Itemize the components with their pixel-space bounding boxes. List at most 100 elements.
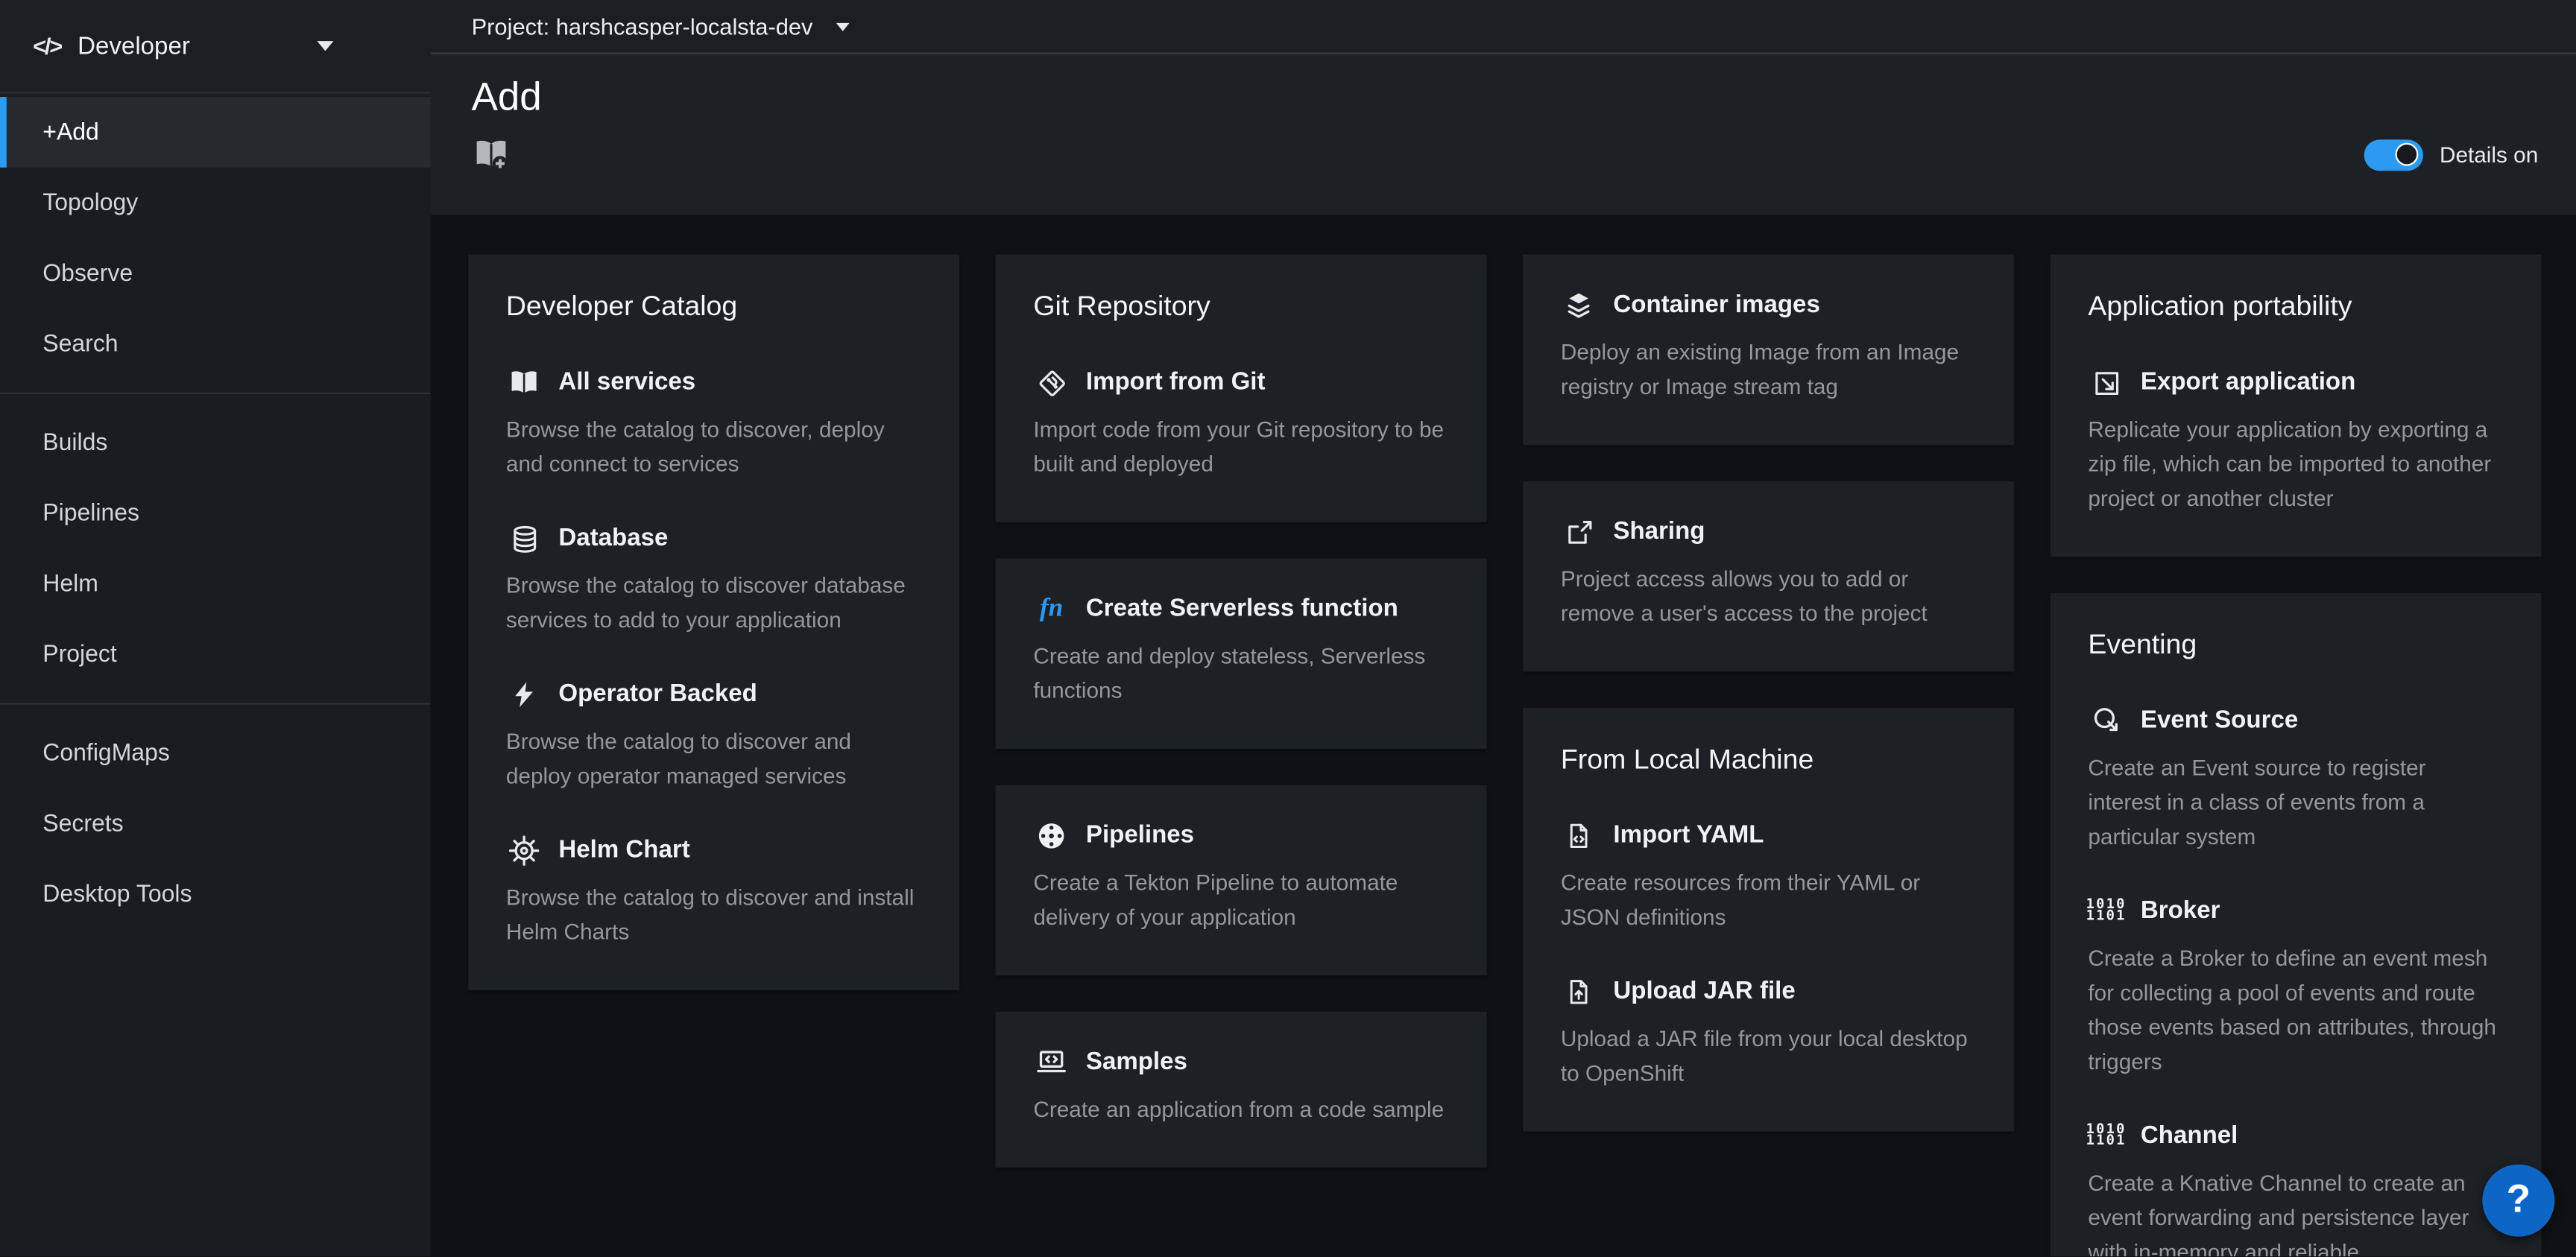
add-option-link-event-source[interactable]: Event Source [2088,705,2504,738]
helm-icon [508,835,540,867]
add-option-database: DatabaseBrowse the catalog to discover d… [506,522,922,637]
card-title: Git Repository [1033,289,1449,325]
sidebar-item-observe[interactable]: Observe [0,238,430,309]
icon-wrapper: 10101101 [2088,900,2124,923]
add-option-link-samples[interactable]: Samples [1033,1046,1449,1079]
add-option-description: Create a Tekton Pipeline to automate del… [1033,866,1449,935]
add-option-label: Create Serverless function [1086,593,1398,626]
icon-wrapper [506,523,542,554]
add-option-description: Browse the catalog to discover and insta… [506,880,922,949]
add-option-description: Import code from your Git repository to … [1033,412,1449,481]
icon-wrapper [1033,820,1069,852]
cards-column: Developer CatalogAll servicesBrowse the … [468,255,959,990]
bolt-icon [509,680,539,709]
sidebar-item-search[interactable]: Search [0,308,430,379]
chevron-down-icon [317,41,333,51]
sidebar-item-topology[interactable]: Topology [0,168,430,238]
add-option-description: Browse the catalog to discover, deploy a… [506,412,922,481]
add-option-link-pipelines[interactable]: Pipelines [1033,820,1449,852]
add-option-link-operator-backed[interactable]: Operator Backed [506,678,922,711]
add-option-upload-jar-file: Upload JAR fileUpload a JAR file from yo… [1561,975,1977,1090]
add-option-pipelines: Pipelines Create a Tekton Pipeline to aut… [1033,820,1449,934]
add-option-description: Create a Broker to define an event mesh … [2088,941,2504,1079]
icon-wrapper [506,680,542,709]
icon-wrapper [2088,367,2124,399]
share-icon [1563,516,1594,548]
icon-wrapper: fn [1033,595,1069,624]
card-developer-catalog: Developer CatalogAll servicesBrowse the … [468,255,959,990]
add-option-link-upload-jar-file[interactable]: Upload JAR file [1561,975,1977,1008]
cards-column: Container imagesDeploy an existing Image… [1523,255,2014,1132]
add-option-samples: SamplesCreate an application from a code… [1033,1046,1449,1127]
project-selector[interactable]: Project: harshcasper-localsta-dev [472,13,813,39]
sidebar-item-project[interactable]: Project [0,619,430,690]
function-icon: fn [1040,595,1063,624]
add-option-all-services: All services Browse the catalog to discov… [506,367,922,481]
icon-wrapper [1561,821,1597,851]
add-option-description: Create and deploy stateless, Serverless … [1033,639,1449,708]
content-area: Add Details on Developer CatalogAll se [430,54,2576,1257]
chevron-down-icon [836,22,849,31]
sidebar-item-secrets[interactable]: Secrets [0,788,430,859]
icon-wrapper [1561,977,1597,1007]
cards-column: Git Repository Import from Git Import code… [996,255,1487,1168]
sidebar-item-configmaps[interactable]: ConfigMaps [0,718,430,788]
details-toggle[interactable] [2364,139,2423,170]
open-book-icon [508,367,540,399]
add-option-description: Browse the catalog to discover and deplo… [506,724,922,794]
add-option-link-import-from-git[interactable]: Import from Git [1033,367,1449,399]
perspective-switcher[interactable]: </> Developer [0,0,430,94]
add-option-link-all-services[interactable]: All services [506,367,922,399]
add-option-link-database[interactable]: Database [506,522,922,555]
add-option-label: Sharing [1613,516,1705,548]
add-option-link-channel[interactable]: 10101101Channel [2088,1120,2504,1153]
add-cards-grid: Developer CatalogAll servicesBrowse the … [430,215,2576,1257]
icon-wrapper: 10101101 [2088,1125,2124,1148]
add-option-link-export-application[interactable]: Export application [2088,367,2504,399]
add-option-label: Database [558,522,668,555]
add-option-description: Create a Knative Channel to create an ev… [2088,1166,2504,1257]
add-option-description: Replicate your application by exporting … [2088,412,2504,516]
event-source-icon [2090,705,2123,738]
project-selector-bar: Project: harshcasper-localsta-dev [430,0,2576,54]
add-option-link-import-yaml[interactable]: Import YAML [1561,820,1977,852]
card-sharing: Sharing Project access allows you to add … [1523,481,2014,672]
sidebar-item-desktop-tools[interactable]: Desktop Tools [0,859,430,930]
container-images-icon [1562,289,1595,322]
card-eventing: EventingEvent SourceCreate an Event sour… [2051,593,2542,1257]
details-toggle-label: Details on [2440,142,2538,167]
card-title: From Local Machine [1561,742,1977,778]
sidebar-item-add[interactable]: +Add [0,97,430,168]
sidebar-item-helm[interactable]: Helm [0,548,430,619]
add-option-import-yaml: Import YAMLCreate resources from their Y… [1561,820,1977,934]
add-option-operator-backed: Operator Backed Browse the catalog to dis… [506,678,922,793]
add-option-link-helm-chart[interactable]: Helm Chart [506,835,922,867]
file-upload-icon [1564,977,1594,1007]
file-code-icon [1564,821,1594,851]
database-icon [508,523,540,554]
add-option-link-create-serverless-function[interactable]: fn Create Serverless function [1033,593,1449,626]
add-option-link-container-images[interactable]: Container images [1561,289,1977,322]
icon-wrapper [1033,367,1069,399]
icon-wrapper [506,367,542,399]
add-option-helm-chart: Helm Chart Browse the catalog to discover… [506,835,922,949]
card-from-local-machine: From Local Machine Import YAMLCreate reso… [1523,708,2014,1132]
page-header: Add Details on [430,54,2576,215]
sidebar-item-builds[interactable]: Builds [0,408,430,478]
icon-wrapper [2088,705,2124,738]
nav-divider [0,703,430,704]
card-application-portability: Application portabilityExport applicatio… [2051,255,2542,557]
add-option-label: Container images [1613,289,1819,322]
book-plus-icon [472,135,511,174]
cards-column: Application portabilityExport applicatio… [2051,255,2542,1257]
broker-icon: 10101101 [2086,900,2127,923]
add-option-description: Project access allows you to add or remo… [1561,562,1977,631]
add-option-link-broker[interactable]: 10101101Broker [2088,895,2504,928]
icon-wrapper [1561,289,1597,322]
card-pipelines: Pipelines Create a Tekton Pipeline to aut… [996,785,1487,976]
add-option-label: Export application [2141,367,2355,399]
card-title: Eventing [2088,627,2504,663]
sidebar-item-pipelines[interactable]: Pipelines [0,478,430,548]
add-option-link-sharing[interactable]: Sharing [1561,516,1977,548]
sidebar-nav: +AddTopologyObserveSearch BuildsPipelines… [0,94,430,1257]
